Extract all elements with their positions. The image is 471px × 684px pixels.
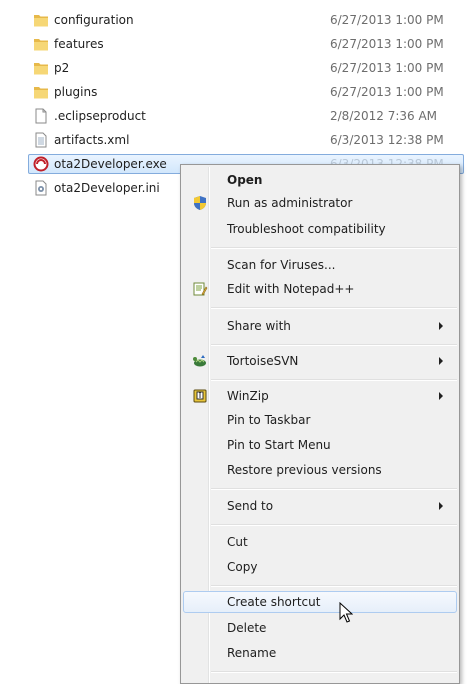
menu-item-label: Pin to Start Menu <box>227 438 331 452</box>
menu-separator <box>211 585 457 587</box>
submenu-arrow-icon <box>439 392 443 400</box>
folder-icon <box>34 63 48 75</box>
menu-item-label: Cut <box>227 535 248 549</box>
file-date: 6/3/2013 12:38 PM <box>330 133 444 147</box>
menu-item-restore-previous-versions[interactable]: Restore previous versions <box>183 459 457 481</box>
context-menu: Open Run as administrator Troubleshoot c… <box>180 164 460 684</box>
menu-item-label: Copy <box>227 560 258 574</box>
menu-item-label: Share with <box>227 319 291 333</box>
menu-separator <box>211 247 457 249</box>
file-name: artifacts.xml <box>54 133 130 147</box>
menu-item-delete[interactable]: Delete <box>183 617 457 639</box>
folder-icon <box>34 39 48 51</box>
menu-item-label: Pin to Taskbar <box>227 413 311 427</box>
menu-separator <box>211 307 457 309</box>
file-date: 2/8/2012 7:36 AM <box>330 109 438 123</box>
menu-item-troubleshoot-compatibility[interactable]: Troubleshoot compatibility <box>183 218 457 240</box>
menu-separator <box>211 379 457 381</box>
file-date: 6/27/2013 1:00 PM <box>330 37 444 51</box>
menu-item-label: Troubleshoot compatibility <box>227 222 386 236</box>
file-date: 6/27/2013 1:00 PM <box>330 61 444 75</box>
menu-separator <box>211 671 457 673</box>
menu-item-open[interactable]: Open <box>183 169 457 191</box>
menu-separator <box>211 344 457 346</box>
menu-item-edit-with-notepad[interactable]: Edit with Notepad++ <box>183 278 457 300</box>
menu-item-label: Open <box>227 173 263 187</box>
file-name: ota2Developer.exe <box>54 157 167 171</box>
text-file-icon <box>35 132 47 148</box>
menu-item-label: Delete <box>227 621 267 635</box>
folder-icon <box>34 87 48 99</box>
submenu-arrow-icon <box>439 322 443 330</box>
file-row-plugins[interactable]: plugins 6/27/2013 1:00 PM <box>28 82 464 102</box>
menu-item-label: TortoiseSVN <box>227 354 299 368</box>
uac-shield-icon <box>194 196 206 210</box>
menu-item-send-to[interactable]: Send to <box>183 495 457 517</box>
menu-item-rename[interactable]: Rename <box>183 642 457 664</box>
notepad-plus-plus-icon <box>193 282 208 296</box>
file-name: features <box>54 37 104 51</box>
menu-item-label: Send to <box>227 499 274 513</box>
mouse-cursor-icon <box>339 602 353 623</box>
file-row-eclipseproduct[interactable]: .eclipseproduct 2/8/2012 7:36 AM <box>28 106 464 126</box>
menu-item-run-as-administrator[interactable]: Run as administrator <box>183 192 457 214</box>
menu-item-label: Create shortcut <box>227 595 321 609</box>
menu-item-label: Edit with Notepad++ <box>227 282 355 296</box>
menu-item-copy[interactable]: Copy <box>183 556 457 578</box>
menu-item-pin-to-taskbar[interactable]: Pin to Taskbar <box>183 409 457 431</box>
menu-item-share-with[interactable]: Share with <box>183 315 457 337</box>
menu-item-label: Restore previous versions <box>227 463 382 477</box>
winzip-icon <box>193 389 207 403</box>
menu-item-winzip[interactable]: WinZip <box>183 385 457 407</box>
file-row-p2[interactable]: p2 6/27/2013 1:00 PM <box>28 58 464 78</box>
menu-item-label: Scan for Viruses... <box>227 258 336 272</box>
config-file-icon <box>35 180 47 196</box>
file-row-artifacts-xml[interactable]: artifacts.xml 6/3/2013 12:38 PM <box>28 130 464 150</box>
menu-item-label: Rename <box>227 646 277 660</box>
blank-file-icon <box>35 108 47 124</box>
app-exe-icon <box>33 156 49 172</box>
menu-item-scan-for-viruses[interactable]: Scan for Viruses... <box>183 254 457 276</box>
menu-separator <box>211 488 457 490</box>
menu-item-tortoisesvn[interactable]: TortoiseSVN <box>183 350 457 372</box>
file-name: .eclipseproduct <box>54 109 146 123</box>
menu-item-cut[interactable]: Cut <box>183 531 457 553</box>
menu-item-label: Run as administrator <box>227 196 353 210</box>
menu-item-pin-to-start-menu[interactable]: Pin to Start Menu <box>183 434 457 456</box>
menu-item-create-shortcut[interactable]: Create shortcut <box>183 591 457 613</box>
folder-icon <box>34 15 48 27</box>
file-name: plugins <box>54 85 98 99</box>
submenu-arrow-icon <box>439 502 443 510</box>
menu-separator <box>211 524 457 526</box>
file-row-features[interactable]: features 6/27/2013 1:00 PM <box>28 34 464 54</box>
file-name: configuration <box>54 13 134 27</box>
file-date: 6/27/2013 1:00 PM <box>330 13 444 27</box>
file-name: ota2Developer.ini <box>54 181 160 195</box>
menu-item-label: WinZip <box>227 389 269 403</box>
submenu-arrow-icon <box>439 357 443 365</box>
file-row-configuration[interactable]: configuration 6/27/2013 1:00 PM <box>28 10 464 30</box>
file-name: p2 <box>54 61 70 75</box>
file-date: 6/27/2013 1:00 PM <box>330 85 444 99</box>
tortoisesvn-icon <box>193 355 206 367</box>
